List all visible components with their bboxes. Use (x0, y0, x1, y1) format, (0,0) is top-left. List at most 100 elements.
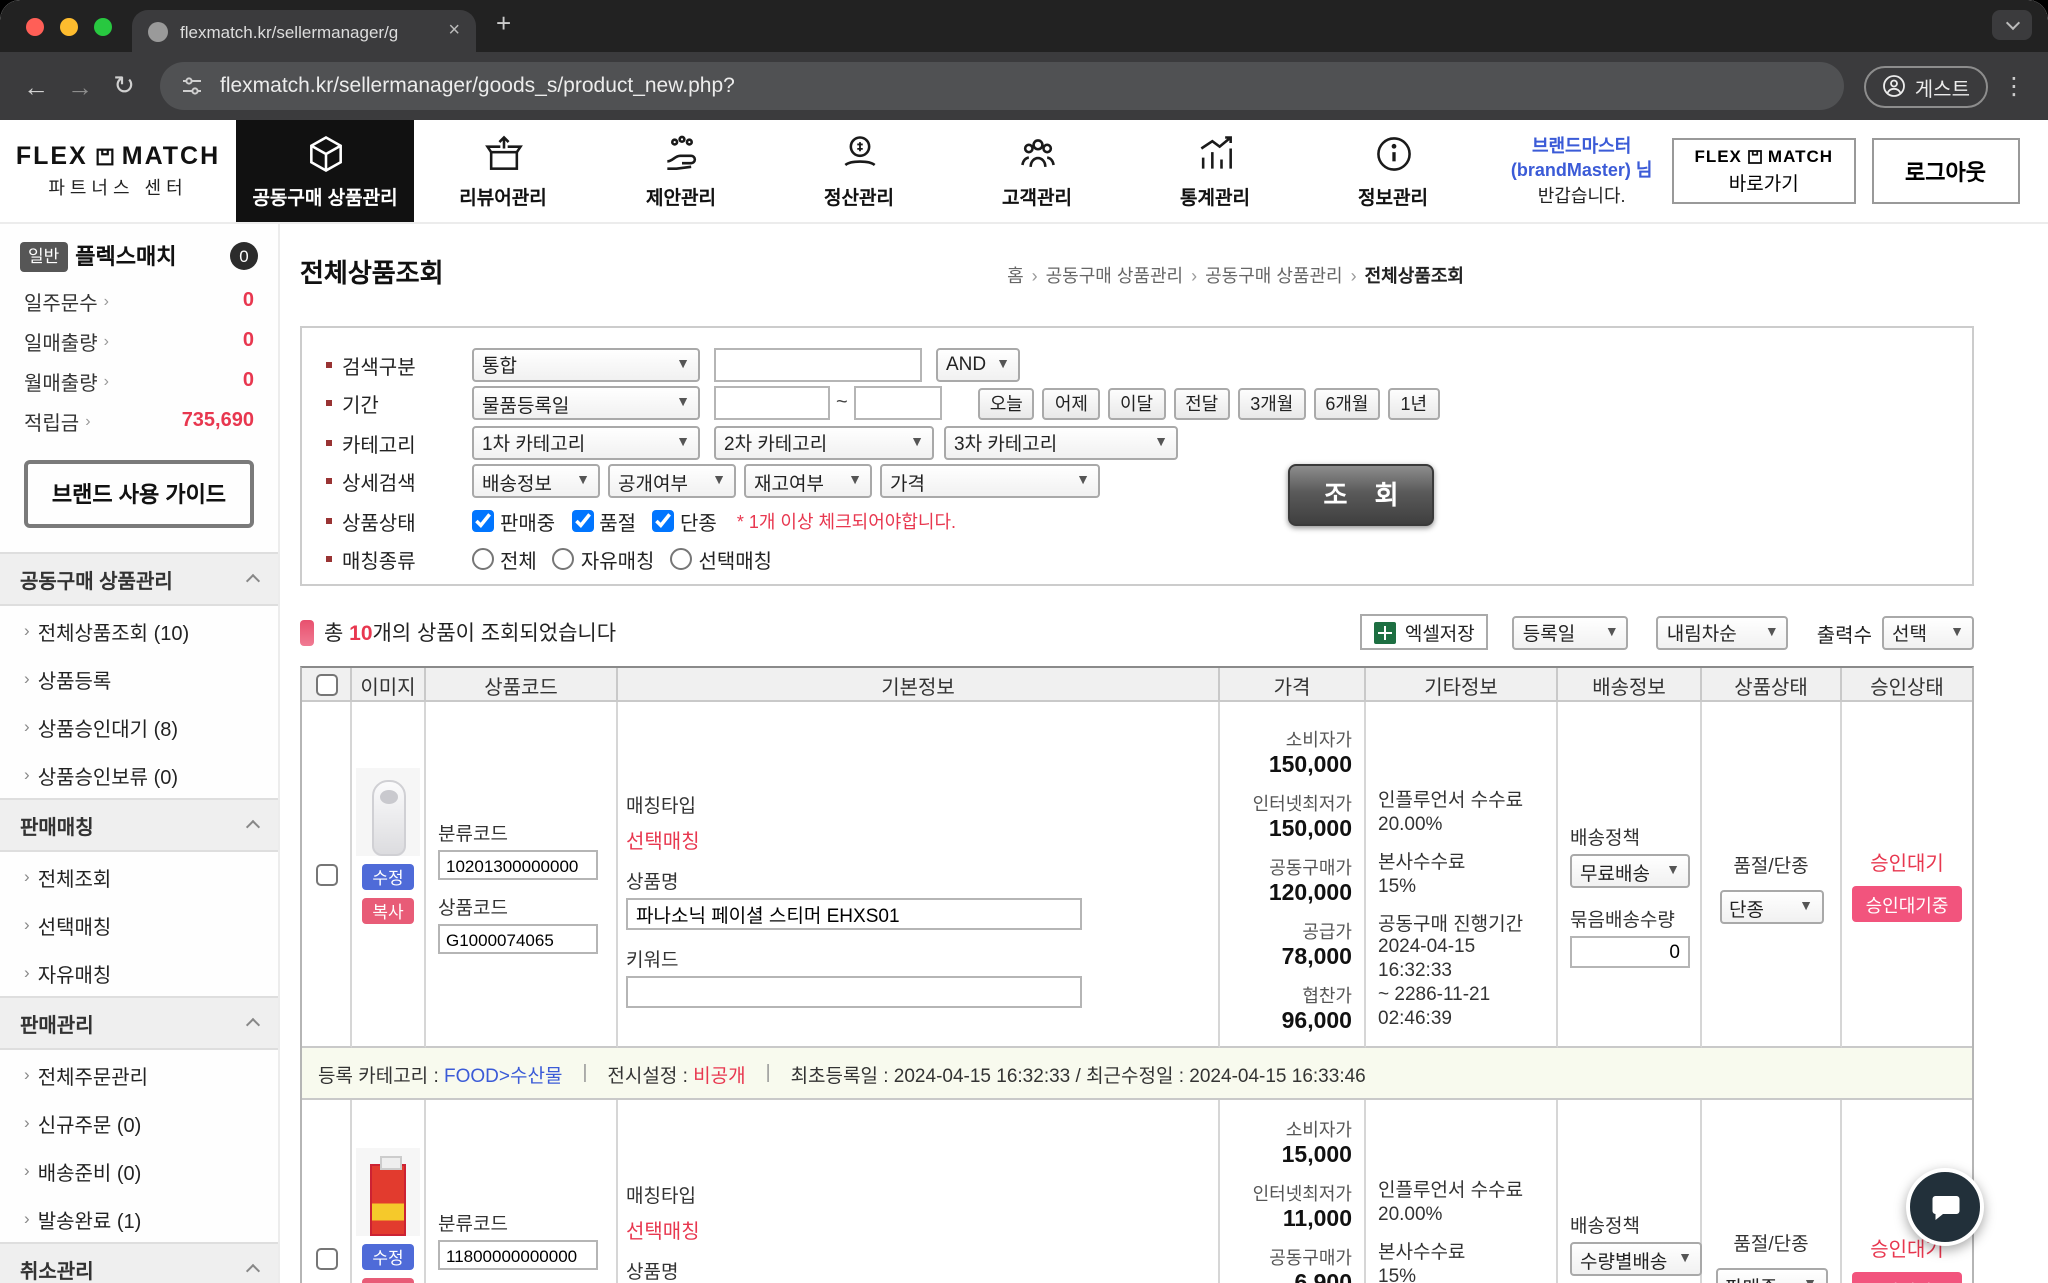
period-thismonth-button[interactable]: 이달 (1108, 387, 1165, 419)
period-start-input[interactable] (714, 386, 830, 420)
period-yesterday-button[interactable]: 어제 (1043, 387, 1100, 419)
sort-field-select[interactable]: 등록일▼ (1513, 615, 1629, 649)
nav-item-proposal[interactable]: 제안관리 (592, 120, 770, 222)
select-all-checkbox[interactable] (315, 673, 337, 695)
breadcrumb-goods2[interactable]: 공동구매 상품관리 (1205, 262, 1343, 288)
visibility-filter-select[interactable]: 공개여부▼ (608, 464, 736, 498)
ship-policy-select[interactable]: 무료배송▼ (1570, 854, 1690, 888)
approval-pending-button[interactable]: 승인대기중 (1852, 886, 1963, 922)
state-discontinued-checkbox[interactable] (652, 509, 674, 531)
stat-daily-orders[interactable]: 일주문수›0 (0, 280, 278, 320)
edit-button[interactable]: 수정 (362, 864, 414, 890)
notification-badge[interactable]: 0 (230, 242, 258, 270)
period-6month-button[interactable]: 6개월 (1313, 387, 1380, 419)
sidebar-item-all-products[interactable]: ›전체상품조회 (10) (0, 606, 278, 654)
period-1year-button[interactable]: 1년 (1389, 387, 1440, 419)
row-checkbox[interactable] (315, 1248, 337, 1270)
forward-button[interactable]: → (64, 71, 96, 101)
nav-item-info[interactable]: 정보관리 (1304, 120, 1482, 222)
excel-export-button[interactable]: 엑셀저장 (1361, 614, 1489, 650)
keyword-input[interactable] (626, 976, 1082, 1008)
nav-item-customers[interactable]: 고객관리 (948, 120, 1126, 222)
category3-select[interactable]: 3차 카테고리▼ (944, 425, 1178, 459)
profile-button[interactable]: 게스트 (1865, 65, 1988, 107)
sidebar-section-matching[interactable]: 판매매칭 (0, 798, 278, 852)
matching-select-radio[interactable] (670, 548, 692, 570)
search-operator-select[interactable]: AND▼ (936, 347, 1020, 381)
sidebar-item-approval-wait[interactable]: ›상품승인대기 (8) (0, 702, 278, 750)
sidebar-item-ship-ready[interactable]: ›배송준비 (0) (0, 1146, 278, 1194)
chat-launcher-button[interactable] (1906, 1168, 1984, 1246)
nav-item-goods[interactable]: 공동구매 상품관리 (236, 120, 414, 222)
class-code-input[interactable] (438, 850, 598, 880)
shipping-filter-select[interactable]: 배송정보▼ (472, 464, 600, 498)
tab-search-button[interactable] (1992, 10, 2032, 40)
output-count-select[interactable]: 선택▼ (1882, 615, 1974, 649)
nav-item-reviewer[interactable]: 리뷰어관리 (414, 120, 592, 222)
sidebar-item-approval-hold[interactable]: ›상품승인보류 (0) (0, 750, 278, 798)
tab-close-icon[interactable]: × (448, 20, 460, 42)
period-type-select[interactable]: 물품등록일▼ (472, 386, 700, 420)
category2-select[interactable]: 2차 카테고리▼ (714, 425, 934, 459)
category-link[interactable]: FOOD>수산물 (444, 1059, 562, 1087)
nav-item-settlement[interactable]: 정산관리 (770, 120, 948, 222)
division-select[interactable]: 통합▼ (472, 347, 700, 381)
period-end-input[interactable] (854, 386, 942, 420)
stat-daily-sales[interactable]: 일매출량›0 (0, 320, 278, 360)
stat-points[interactable]: 적립금›735,690 (0, 400, 278, 440)
sidebar-section-sales[interactable]: 판매관리 (0, 996, 278, 1050)
search-keyword-input[interactable] (714, 347, 922, 381)
nav-item-stats[interactable]: 통계관리 (1126, 120, 1304, 222)
price-filter-select[interactable]: 가격▼ (880, 464, 1100, 498)
matching-all-radio[interactable] (472, 548, 494, 570)
stock-filter-select[interactable]: 재고여부▼ (744, 464, 872, 498)
period-lastmonth-button[interactable]: 전달 (1173, 387, 1230, 419)
edit-button[interactable]: 수정 (362, 1244, 414, 1270)
flexmatch-shortcut-button[interactable]: FLEX MATCH 바로가기 (1672, 138, 1855, 204)
period-3month-button[interactable]: 3개월 (1238, 387, 1305, 419)
row-checkbox[interactable] (315, 863, 337, 885)
sidebar-item-orders-new[interactable]: ›신규주문 (0) (0, 1098, 278, 1146)
sidebar-item-orders-all[interactable]: ›전체주문관리 (0, 1050, 278, 1098)
sidebar-item-match-free[interactable]: ›자유매칭 (0, 948, 278, 996)
copy-button[interactable]: 복사 (362, 898, 414, 924)
class-code-input[interactable] (438, 1240, 598, 1270)
back-button[interactable]: ← (20, 71, 52, 101)
category1-select[interactable]: 1차 카테고리▼ (472, 425, 700, 459)
minimize-window-button[interactable] (60, 18, 78, 36)
search-submit-button[interactable]: 조 회 (1288, 464, 1434, 526)
reload-button[interactable]: ↻ (108, 70, 140, 102)
matching-free-radio[interactable] (553, 548, 575, 570)
sort-order-select[interactable]: 내림차순▼ (1657, 615, 1789, 649)
state-soldout-checkbox[interactable] (571, 509, 593, 531)
approval-pending-button[interactable]: 승인대기중 (1852, 1272, 1963, 1283)
product-state-select[interactable]: 판매중▼ (1715, 1268, 1827, 1283)
ship-policy-select[interactable]: 수량별배송▼ (1570, 1242, 1702, 1276)
address-bar[interactable]: flexmatch.kr/sellermanager/goods_s/produ… (160, 62, 1845, 110)
state-onsale-checkbox[interactable] (472, 509, 494, 531)
period-today-button[interactable]: 오늘 (978, 387, 1035, 419)
site-settings-icon[interactable] (180, 74, 204, 98)
logout-button[interactable]: 로그아웃 (1871, 138, 2020, 204)
bundle-qty-input[interactable] (1570, 936, 1690, 968)
sidebar-section-cancel[interactable]: 취소관리 (0, 1242, 278, 1283)
sidebar-section-goods[interactable]: 공동구매 상품관리 (0, 552, 278, 606)
browser-tab[interactable]: flexmatch.kr/sellermanager/g × (132, 10, 476, 52)
sidebar-item-match-all[interactable]: ›전체조회 (0, 852, 278, 900)
browser-menu-button[interactable]: ⋮ (2000, 72, 2028, 100)
product-code-input[interactable] (438, 924, 598, 954)
product-name-input[interactable] (626, 898, 1082, 930)
site-logo[interactable]: FLEX MATCH 파트너스 센터 (0, 120, 236, 222)
product-state-select[interactable]: 단종▼ (1719, 890, 1823, 924)
sidebar-item-ship-done[interactable]: ›발송완료 (1) (0, 1194, 278, 1242)
breadcrumb-home[interactable]: 홈 (1007, 262, 1024, 288)
close-window-button[interactable] (26, 18, 44, 36)
copy-button[interactable]: 복사 (362, 1278, 414, 1283)
brand-guide-button[interactable]: 브랜드 사용 가이드 (24, 460, 254, 528)
sidebar-item-register[interactable]: ›상품등록 (0, 654, 278, 702)
sidebar-item-match-select[interactable]: ›선택매칭 (0, 900, 278, 948)
breadcrumb-goods[interactable]: 공동구매 상품관리 (1046, 262, 1184, 288)
maximize-window-button[interactable] (94, 18, 112, 36)
new-tab-button[interactable]: + (496, 8, 511, 38)
stat-monthly-sales[interactable]: 월매출량›0 (0, 360, 278, 400)
